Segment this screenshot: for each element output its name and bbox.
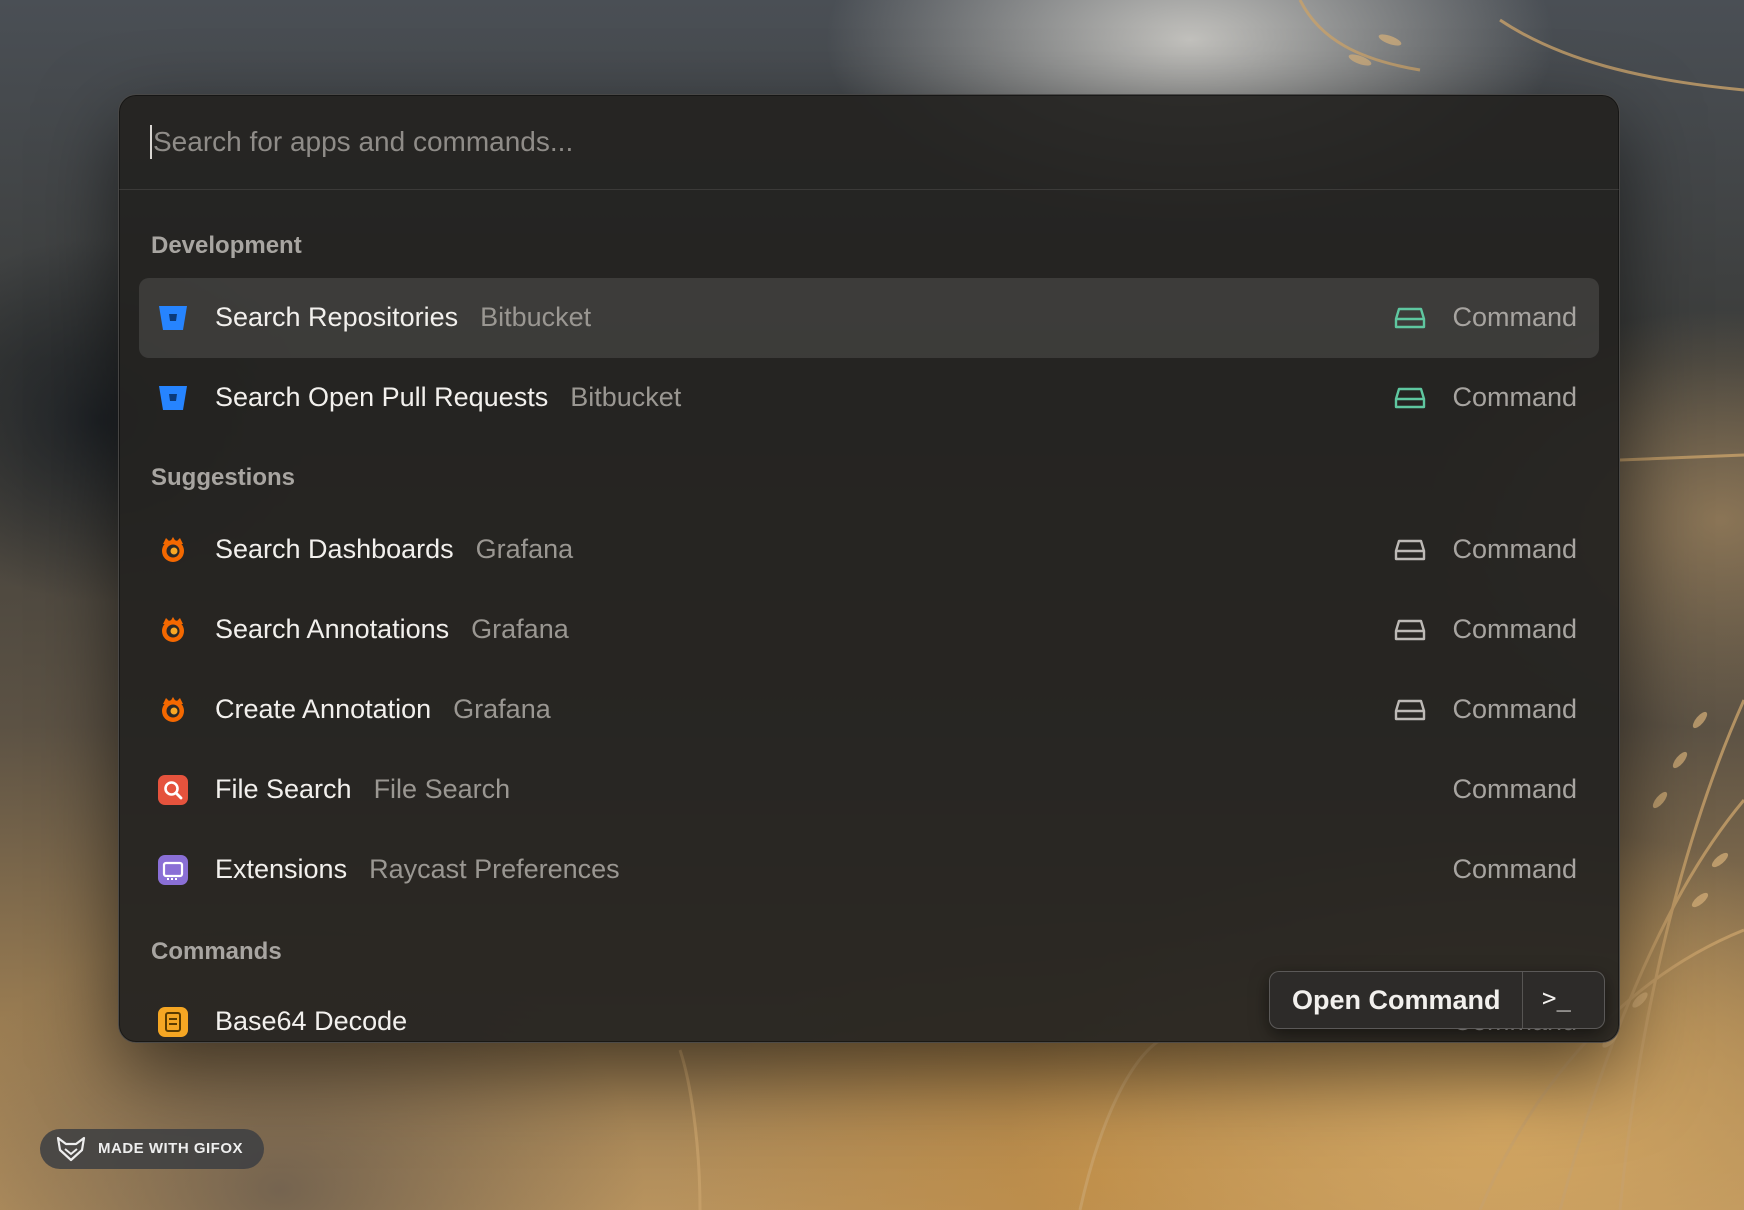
bitbucket-icon [159, 386, 187, 410]
open-command-label: Open Command [1292, 985, 1501, 1015]
item-subtitle: Grafana [471, 614, 569, 644]
grafana-icon [162, 617, 184, 642]
list-item[interactable]: Extensions Raycast Preferences Command [139, 830, 1599, 910]
item-type: Command [1452, 302, 1577, 332]
open-command-button[interactable]: Open Command >_ [1269, 971, 1605, 1029]
item-title: Extensions [215, 854, 348, 884]
item-title: Search Dashboards [215, 534, 454, 564]
section-header-commands: Commands [151, 938, 282, 965]
fox-logo-icon [56, 1136, 86, 1162]
item-title: File Search [215, 774, 352, 804]
section-header-suggestions: Suggestions [151, 464, 296, 491]
item-title: Search Annotations [215, 614, 450, 644]
search-input[interactable] [149, 117, 1533, 167]
storage-icon [1394, 387, 1426, 409]
action-divider [1522, 972, 1523, 1028]
item-title: Search Repositories [215, 302, 459, 332]
grafana-icon [162, 537, 184, 562]
list-item[interactable]: Search Repositories Bitbucket Command [139, 278, 1599, 358]
storage-icon [1394, 539, 1426, 561]
item-subtitle: Grafana [453, 694, 551, 724]
item-type: Command [1452, 382, 1577, 412]
item-subtitle: Raycast Preferences [369, 854, 620, 884]
item-subtitle: Bitbucket [480, 302, 592, 332]
storage-icon [1394, 307, 1426, 329]
item-subtitle: Grafana [475, 534, 574, 564]
item-type: Command [1452, 854, 1577, 884]
command-palette: Development Search Repositories Bitbucket… [118, 94, 1620, 1043]
list-item[interactable]: File Search File Search Command [139, 750, 1599, 830]
item-type: Command [1452, 774, 1577, 804]
list-item[interactable]: Create Annotation Grafana Command [139, 670, 1599, 750]
grafana-icon [162, 697, 184, 722]
item-title: Create Annotation [215, 694, 432, 724]
extensions-icon [158, 855, 188, 885]
item-subtitle: Bitbucket [570, 382, 682, 412]
storage-icon [1394, 619, 1426, 641]
item-type: Command [1452, 694, 1577, 724]
gifox-watermark: MADE WITH GIFOX [40, 1129, 264, 1169]
storage-icon [1394, 699, 1426, 721]
file-search-icon [158, 775, 188, 805]
list-item[interactable]: Search Annotations Grafana Command [139, 590, 1599, 670]
item-title: Search Open Pull Requests [215, 382, 549, 412]
list-item[interactable]: Search Dashboards Grafana Command [139, 510, 1599, 590]
item-subtitle: File Search [373, 774, 511, 804]
watermark-text: MADE WITH GIFOX [98, 1140, 243, 1157]
section-header-development: Development [151, 232, 302, 259]
base64-icon [158, 1007, 188, 1037]
item-type: Command [1452, 534, 1577, 564]
list-item[interactable]: Search Open Pull Requests Bitbucket Comma… [139, 358, 1599, 438]
search-bar [119, 95, 1619, 190]
item-type: Command [1452, 614, 1577, 644]
text-caret [150, 125, 152, 159]
bitbucket-icon [159, 306, 187, 330]
terminal-shortcut-icon[interactable]: >_ [1542, 984, 1571, 1012]
item-title: Base64 Decode [215, 1006, 408, 1036]
